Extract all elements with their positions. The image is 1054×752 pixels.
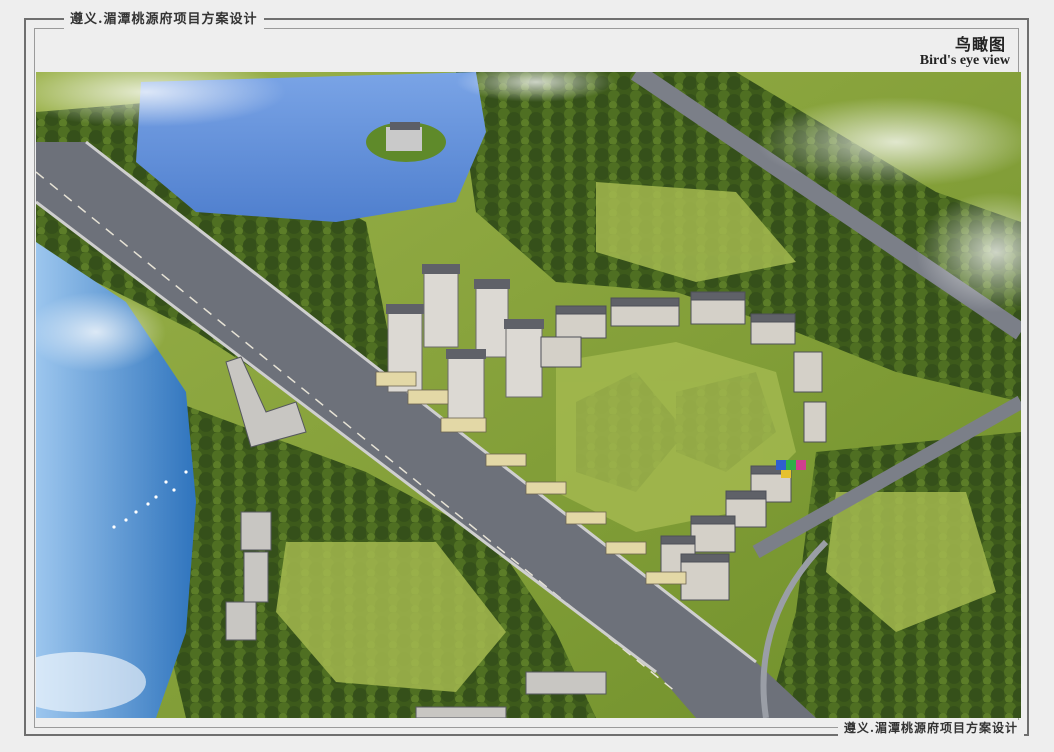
project-title-bottom: 遵义.湄潭桃源府项目方案设计 (837, 720, 1024, 736)
view-title-english: Bird's eye view (919, 53, 1010, 68)
drawing-sheet: 遵义.湄潭桃源府项目方案设计 鸟瞰图 Bird's eye view 遵义.湄潭… (0, 0, 1054, 752)
aerial-scene (36, 72, 1021, 718)
project-title-top: 遵义.湄潭桃源府项目方案设计 (64, 11, 264, 29)
view-title-chinese: 鸟瞰图 (954, 35, 1006, 54)
aerial-rendering (36, 72, 1021, 718)
